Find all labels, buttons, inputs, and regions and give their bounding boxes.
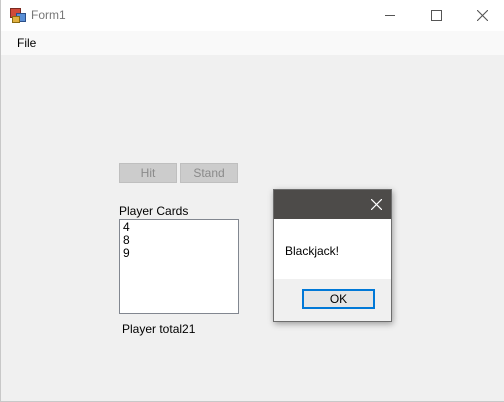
menu-file[interactable]: File [10, 36, 43, 50]
dialog-title-bar[interactable] [274, 190, 391, 219]
player-cards-list[interactable]: 4 8 9 [119, 219, 239, 314]
list-item[interactable]: 4 [123, 221, 235, 234]
dialog-message: Blackjack! [285, 244, 340, 258]
minimize-button[interactable] [367, 0, 413, 31]
main-window: Form1 File Hit Stand Player Cards 4 8 9 … [0, 0, 504, 402]
message-dialog: Blackjack! OK [273, 189, 392, 322]
close-icon [370, 198, 382, 210]
title-bar[interactable]: Form1 [1, 0, 504, 31]
maximize-button[interactable] [413, 0, 459, 31]
minimize-icon [385, 15, 395, 16]
ok-button[interactable]: OK [302, 289, 375, 309]
dialog-footer: OK [274, 279, 391, 321]
player-cards-label: Player Cards [119, 204, 189, 218]
window-title: Form1 [31, 8, 66, 22]
maximize-icon [430, 10, 442, 21]
hit-button[interactable]: Hit [119, 163, 177, 183]
list-item[interactable]: 9 [123, 247, 235, 260]
player-total-label: Player total21 [122, 322, 196, 336]
stand-button[interactable]: Stand [180, 163, 238, 183]
list-item[interactable]: 8 [123, 234, 235, 247]
close-icon [476, 10, 488, 21]
close-button[interactable] [459, 0, 504, 31]
menu-bar: File [1, 31, 504, 55]
app-icon [10, 8, 26, 23]
dialog-close-button[interactable] [367, 195, 385, 213]
dialog-body: Blackjack! [274, 219, 391, 279]
